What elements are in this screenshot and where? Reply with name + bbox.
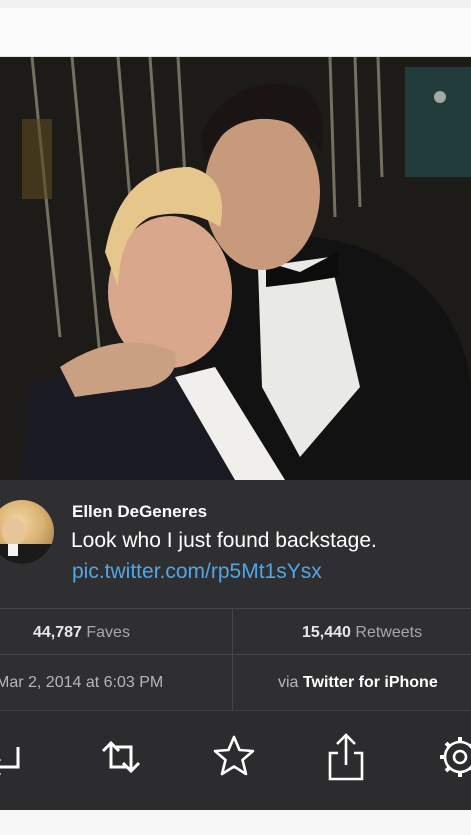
retweets-stat[interactable]: 15,440 Retweets [302,609,422,656]
gear-icon [440,737,471,777]
meta-row: Mar 2, 2014 at 6:03 PM via Twitter for i… [0,655,471,710]
avatar-collar [8,544,18,556]
action-bar [0,710,471,810]
tweet-date: Mar 2, 2014 at 6:03 PM [0,674,164,691]
via-prefix: via [278,674,303,691]
retweets-label: Retweets [350,624,423,641]
reply-icon [0,747,20,775]
stats-row: 44,787 Faves 15,440 Retweets [0,608,471,655]
tweet-card: Ellen DeGeneres Look who I just found ba… [0,480,471,710]
share-icon [328,733,364,781]
retweet-icon [101,740,141,774]
top-bar-stripe [0,0,471,8]
author-row: Ellen DeGeneres Look who I just found ba… [0,480,471,608]
faves-count: 44,787 [33,624,82,641]
reply-button[interactable] [0,729,34,785]
avatar-face [2,518,26,546]
faves-label: Faves [81,624,130,641]
tweet-photo[interactable] [0,57,471,480]
share-button[interactable] [318,729,374,785]
tweet-link[interactable]: pic.twitter.com/rp5Mt1sYsx [72,560,322,584]
avatar[interactable] [0,500,54,564]
author-name[interactable]: Ellen DeGeneres [72,502,207,522]
favorite-button[interactable] [206,729,262,785]
tweet-text: Look who I just found backstage. [71,529,377,552]
settings-button[interactable] [432,729,471,785]
via-source[interactable]: Twitter for iPhone [303,674,438,691]
bottom-strip [0,810,471,835]
faves-stat[interactable]: 44,787 Faves [33,609,130,656]
retweets-count: 15,440 [302,624,351,641]
retweet-button[interactable] [93,729,149,785]
star-icon [213,735,255,776]
tweet-photo-image [0,57,471,480]
tweet-source: via Twitter for iPhone [278,655,438,710]
top-bar [0,0,471,57]
